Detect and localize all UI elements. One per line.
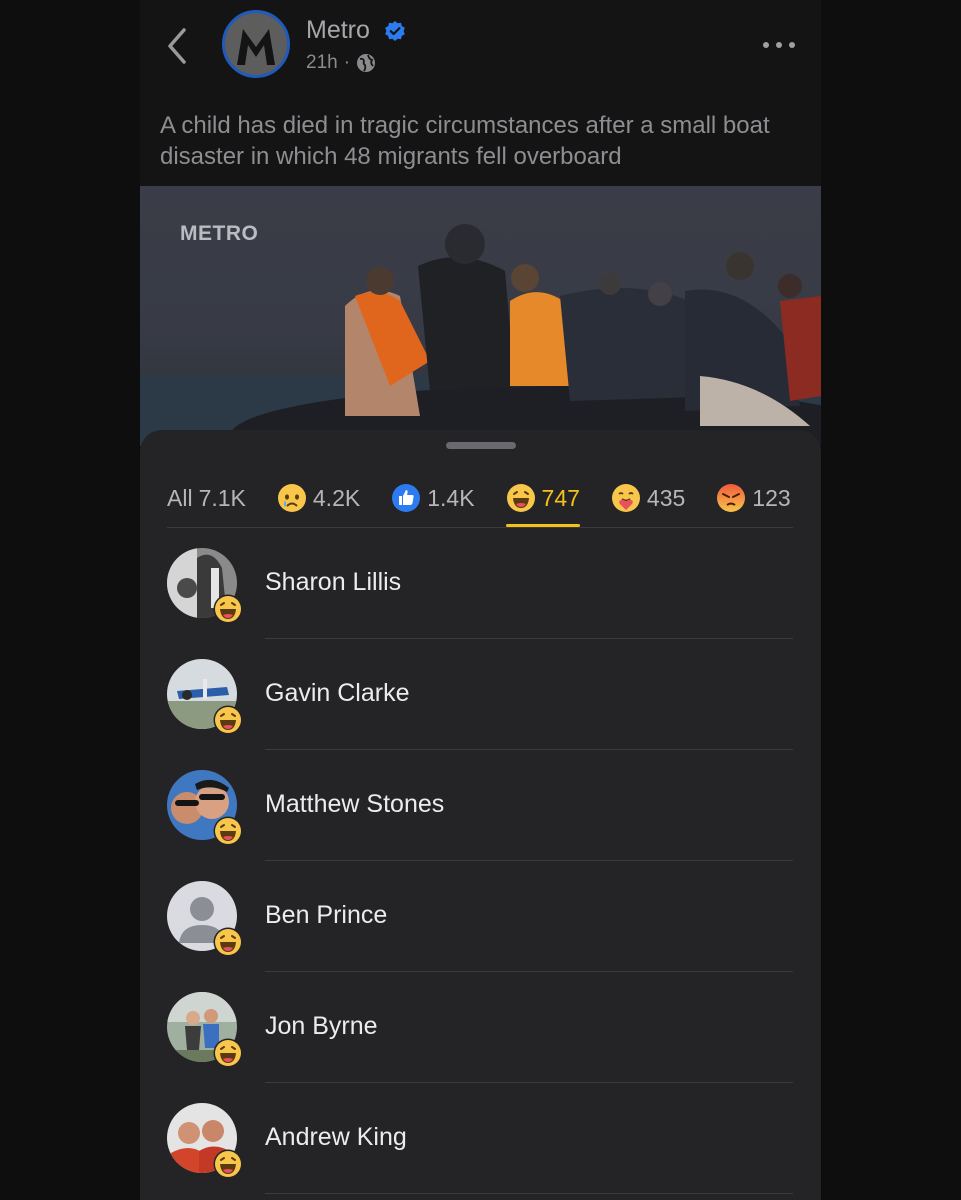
tab-angry-count: 123 <box>752 484 791 511</box>
haha-reaction-icon <box>213 594 243 624</box>
haha-reaction-icon <box>213 927 243 957</box>
haha-reaction-icon <box>213 816 243 846</box>
list-item[interactable]: Andrew King <box>140 1083 821 1194</box>
tab-all[interactable]: All 7.1K <box>167 468 246 528</box>
page-avatar[interactable] <box>222 10 290 78</box>
list-item[interactable]: Matthew Stones <box>140 750 821 861</box>
list-item[interactable]: Sharon Lillis <box>140 528 821 639</box>
list-item[interactable]: Ben Prince <box>140 861 821 972</box>
tab-like-count: 1.4K <box>427 484 475 511</box>
sheet-grabber[interactable] <box>446 442 516 449</box>
tab-all-label: All <box>167 484 193 511</box>
more-options-button[interactable] <box>761 30 801 60</box>
sad-reaction-icon <box>277 484 306 512</box>
chevron-left-icon <box>168 28 186 64</box>
post-time[interactable]: 21h <box>306 52 338 74</box>
reactor-name[interactable]: Ben Prince <box>265 901 387 930</box>
tab-haha[interactable]: 747 <box>505 468 581 528</box>
haha-reaction-icon <box>213 705 243 735</box>
reactions-sheet: All 7.1K 4.2K 1.4K 747 435 123 Sharon Li… <box>140 430 821 1200</box>
reactor-name[interactable]: Andrew King <box>265 1123 407 1152</box>
tab-haha-count: 747 <box>541 484 580 511</box>
post-photo[interactable]: METRO <box>140 186 821 446</box>
reactor-name[interactable]: Jon Byrne <box>265 1012 378 1041</box>
like-reaction-icon <box>392 484 421 512</box>
list-item[interactable]: Gavin Clarke <box>140 639 821 750</box>
verified-badge-icon <box>385 21 405 41</box>
list-item[interactable]: Jon Byrne <box>140 972 821 1083</box>
globe-icon <box>357 54 376 72</box>
app-screen: Metro 21h · A child has died in tragic c… <box>140 0 821 1200</box>
tab-sad-count: 4.2K <box>312 484 361 511</box>
reactor-name[interactable]: Gavin Clarke <box>265 679 410 708</box>
meta-separator: · <box>343 52 351 73</box>
tab-care-count: 435 <box>646 484 686 511</box>
post-caption: A child has died in tragic circumstances… <box>160 112 770 170</box>
post-meta: 21h · <box>306 52 376 74</box>
angry-reaction-icon <box>717 484 746 512</box>
tab-sad[interactable]: 4.2K <box>277 468 360 528</box>
reaction-tabs: All 7.1K 4.2K 1.4K 747 435 123 <box>167 468 821 528</box>
reactors-list: Sharon Lillis Gavin Clarke Matthew Stone… <box>140 528 821 1194</box>
back-button[interactable] <box>166 26 196 66</box>
page-name[interactable]: Metro <box>306 16 370 45</box>
more-horizontal-icon <box>763 42 795 48</box>
reactor-name[interactable]: Matthew Stones <box>265 790 444 819</box>
tab-all-count: 7.1K <box>198 484 246 511</box>
row-divider <box>265 1193 793 1194</box>
tab-care[interactable]: 435 <box>611 468 685 528</box>
haha-reaction-icon <box>506 484 535 512</box>
reactor-name[interactable]: Sharon Lillis <box>265 568 401 597</box>
post-header: Metro 21h · <box>140 0 821 100</box>
photo-watermark: METRO <box>180 222 259 245</box>
haha-reaction-icon <box>213 1038 243 1068</box>
haha-reaction-icon <box>213 1149 243 1179</box>
tab-like[interactable]: 1.4K <box>391 468 475 528</box>
metro-logo <box>225 13 287 75</box>
care-reaction-icon <box>611 484 640 512</box>
tab-angry[interactable]: 123 <box>716 468 791 528</box>
